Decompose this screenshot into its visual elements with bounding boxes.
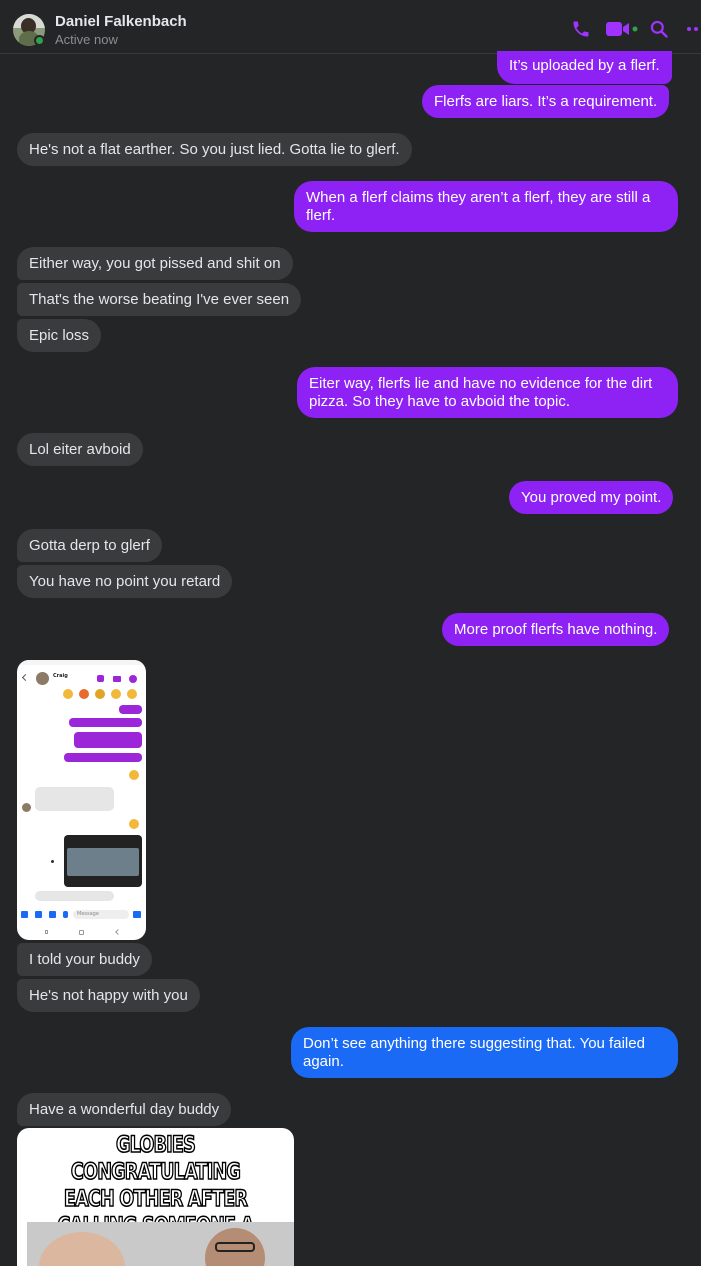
message-incoming[interactable]: Either way, you got pissed and shit on: [17, 247, 293, 280]
message-incoming[interactable]: Have a wonderful day buddy: [17, 1093, 232, 1126]
message-incoming[interactable]: He's not a flat earther. So you just lie…: [17, 133, 412, 166]
phone-call-button[interactable]: [569, 17, 593, 41]
mini-composer: Message: [21, 910, 142, 920]
meme-glasses: [215, 1242, 255, 1252]
back-arrow-icon: [21, 673, 30, 682]
mini-like-icon: [133, 911, 141, 918]
image-attachment-screenshot[interactable]: Craig Message: [17, 660, 146, 940]
phone-status-bar: [17, 660, 146, 665]
meme-caption-line: EACH OTHER AFTER: [63, 1186, 248, 1213]
message-outgoing[interactable]: It’s uploaded by a flerf.: [497, 51, 672, 84]
message-incoming[interactable]: Gotta derp to glerf: [17, 529, 162, 562]
mini-camera-icon: [35, 911, 42, 918]
message-incoming[interactable]: Epic loss: [17, 319, 102, 352]
more-horizontal-icon: [687, 27, 698, 31]
mini-message-placeholder: Message: [77, 911, 99, 917]
mini-bubble-in: [35, 891, 114, 901]
mini-bubble-out: [69, 718, 142, 727]
mini-phone-icon: [97, 675, 104, 682]
mini-image-photo: [67, 848, 139, 876]
mini-info-icon: [129, 675, 137, 683]
emoji-icon: [95, 689, 105, 699]
mini-avatar: [36, 672, 49, 685]
message-outgoing[interactable]: More proof flerfs have nothing.: [442, 613, 670, 646]
message-outgoing[interactable]: You proved my point.: [509, 481, 674, 514]
mini-bubble-out: [74, 732, 142, 748]
mini-apps-icon: [21, 911, 28, 918]
message-incoming[interactable]: I told your buddy: [17, 943, 152, 976]
meme-caption-line: GLOBIES CONGRATULATING: [70, 1132, 241, 1186]
nav-back-icon: [115, 929, 121, 935]
emoji-icon: [129, 770, 139, 780]
image-attachment-meme[interactable]: GLOBIES CONGRATULATING EACH OTHER AFTER …: [17, 1128, 294, 1266]
mini-contact-name: Craig: [53, 673, 68, 679]
mini-gallery-icon: [49, 911, 56, 918]
message-incoming[interactable]: You have no point you retard: [17, 565, 233, 598]
emoji-icon: [79, 689, 89, 699]
nav-home-icon: [79, 930, 84, 935]
emoji-icon: [127, 689, 137, 699]
message-outgoing[interactable]: Don’t see anything there suggesting that…: [291, 1027, 678, 1078]
online-status-dot: [34, 35, 45, 46]
message-incoming[interactable]: Lol eiter avboid: [17, 433, 143, 466]
mini-video-icon: [113, 676, 121, 682]
message-incoming[interactable]: He's not happy with you: [17, 979, 200, 1012]
message-outgoing[interactable]: Flerfs are liars. It’s a requirement.: [422, 85, 670, 118]
mini-mic-icon: [63, 911, 68, 918]
mini-bubble-out: [64, 753, 142, 762]
video-camera-icon: [606, 22, 638, 36]
mini-bubble-out: [119, 705, 142, 714]
more-options-button[interactable]: [686, 17, 701, 41]
message-outgoing[interactable]: Eiter way, flerfs lie and have no eviden…: [297, 367, 678, 418]
emoji-icon: [111, 689, 121, 699]
contact-name[interactable]: Daniel Falkenbach: [55, 13, 187, 30]
video-call-button[interactable]: [605, 17, 639, 41]
mini-avatar: [22, 803, 31, 812]
share-icon: [51, 860, 54, 863]
phone-icon: [573, 21, 589, 37]
conversation-header: Daniel Falkenbach Active now: [0, 0, 701, 54]
message-incoming[interactable]: That's the worse beating I've ever seen: [17, 283, 302, 316]
search-in-conversation-button[interactable]: [648, 17, 670, 41]
message-outgoing[interactable]: When a flerf claims they aren’t a flerf,…: [294, 181, 678, 232]
contact-status: Active now: [55, 32, 118, 47]
mini-bubble-in: [35, 787, 114, 811]
emoji-icon: [63, 689, 73, 699]
search-icon: [650, 20, 668, 38]
nav-recent-icon: [45, 930, 48, 934]
emoji-icon: [129, 819, 139, 829]
